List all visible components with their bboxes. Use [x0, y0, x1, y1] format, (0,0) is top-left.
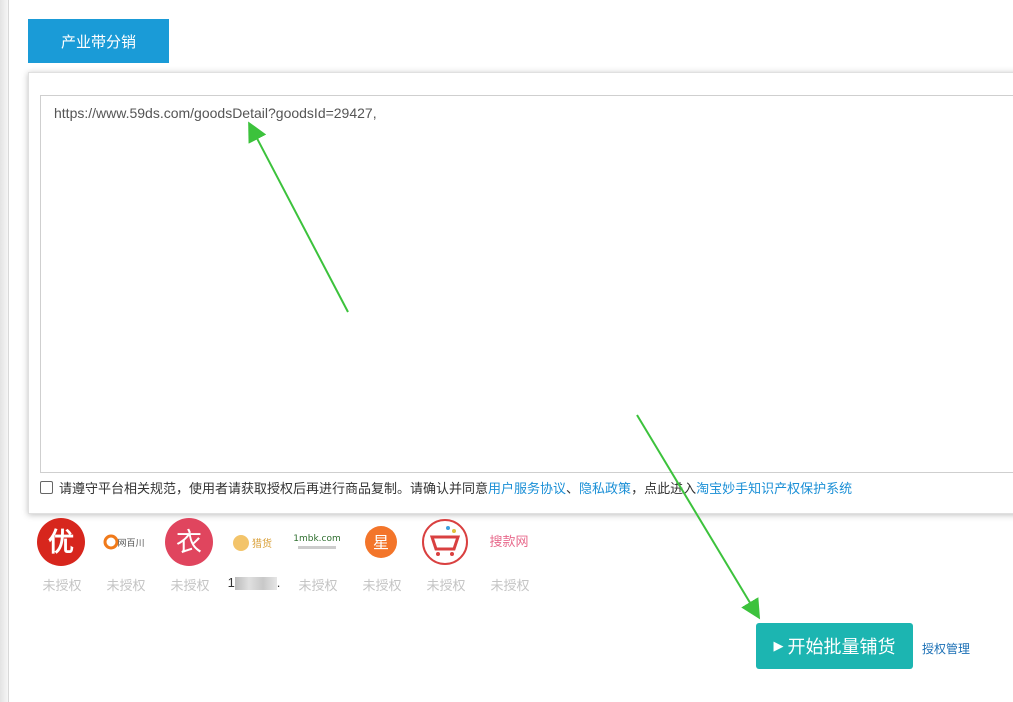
consent-text: 请遵守平台相关规范，使用者请获取授权后再进行商品复制。请确认并同意: [59, 480, 489, 496]
soukuan-logo-text: 搜款网: [489, 535, 528, 550]
1mbk-logo-icon: 1mbk.com: [292, 517, 342, 567]
terms-link[interactable]: 用户服务协议: [488, 478, 566, 497]
url-text: https://www.59ds.com/goodsDetail?goodsId…: [54, 105, 377, 121]
platform-status: 未授权: [490, 578, 530, 593]
zhaohuo-logo-icon: 猎货: [228, 517, 278, 567]
platform-item[interactable]: 衣 未授权: [158, 517, 222, 595]
platform-item[interactable]: 未授权: [414, 517, 478, 595]
platform-item[interactable]: 猎货 1.: [222, 517, 286, 595]
platform-status: 未授权: [362, 578, 402, 593]
you-logo-text: 优: [48, 528, 74, 558]
platform-list: 优 未授权 网百川 未授权 衣 未授权 猎货 1. 1mbk.com 未授权 星…: [30, 517, 542, 595]
tab-industry-distribution[interactable]: 产业带分销: [28, 19, 169, 63]
consent-mid: ，点此进入: [631, 480, 697, 496]
platform-status: 未授权: [106, 578, 146, 593]
tab-label: 产业带分销: [60, 33, 136, 51]
privacy-link[interactable]: 隐私政策: [579, 478, 631, 497]
1mbk-logo-text: 1mbk.com: [293, 534, 341, 544]
platform-item[interactable]: 网百川 未授权: [94, 517, 158, 595]
platform-item[interactable]: 1mbk.com 未授权: [286, 517, 350, 595]
yi-logo-icon: 衣: [164, 517, 214, 567]
platform-status: 未授权: [42, 578, 82, 593]
platform-status-text: 1: [227, 575, 235, 590]
redacted-text: [234, 577, 277, 591]
consent-sep: 、: [566, 480, 580, 496]
platform-status: 未授权: [426, 578, 466, 593]
auth-management-link[interactable]: 授权管理: [922, 640, 970, 657]
cart-logo-icon: [420, 517, 470, 567]
platform-item[interactable]: 星 未授权: [350, 517, 414, 595]
wangbaichuan-logo-icon: 网百川: [100, 517, 150, 567]
zhaohuo-logo-text: 猎货: [252, 537, 272, 550]
xing-logo-icon: 星: [356, 517, 406, 567]
soukuan-logo-icon: 搜款网: [484, 517, 534, 567]
platform-status: 未授权: [298, 578, 338, 593]
consent-row: 请遵守平台相关规范，使用者请获取授权后再进行商品复制。请确认并同意 用户服务协议…: [40, 478, 852, 496]
platform-item[interactable]: 搜款网 未授权: [478, 517, 542, 595]
url-textarea[interactable]: https://www.59ds.com/goodsDetail?goodsId…: [40, 95, 1013, 473]
platform-status: 1.: [227, 575, 281, 591]
left-rail: [0, 0, 9, 702]
xing-logo-text: 星: [373, 533, 389, 552]
start-batch-label: 开始批量铺货: [787, 637, 896, 657]
platform-item[interactable]: 优 未授权: [30, 517, 94, 595]
yi-logo-text: 衣: [176, 528, 202, 558]
consent-checkbox[interactable]: [40, 480, 53, 494]
wangbaichuan-logo-text: 网百川: [117, 538, 144, 549]
you-logo-icon: 优: [36, 517, 86, 567]
platform-status: 未授权: [170, 578, 210, 593]
play-icon: ▶: [773, 638, 784, 653]
ip-protection-link[interactable]: 淘宝妙手知识产权保护系统: [696, 478, 852, 497]
start-batch-button[interactable]: ▶ 开始批量铺货: [756, 623, 913, 669]
